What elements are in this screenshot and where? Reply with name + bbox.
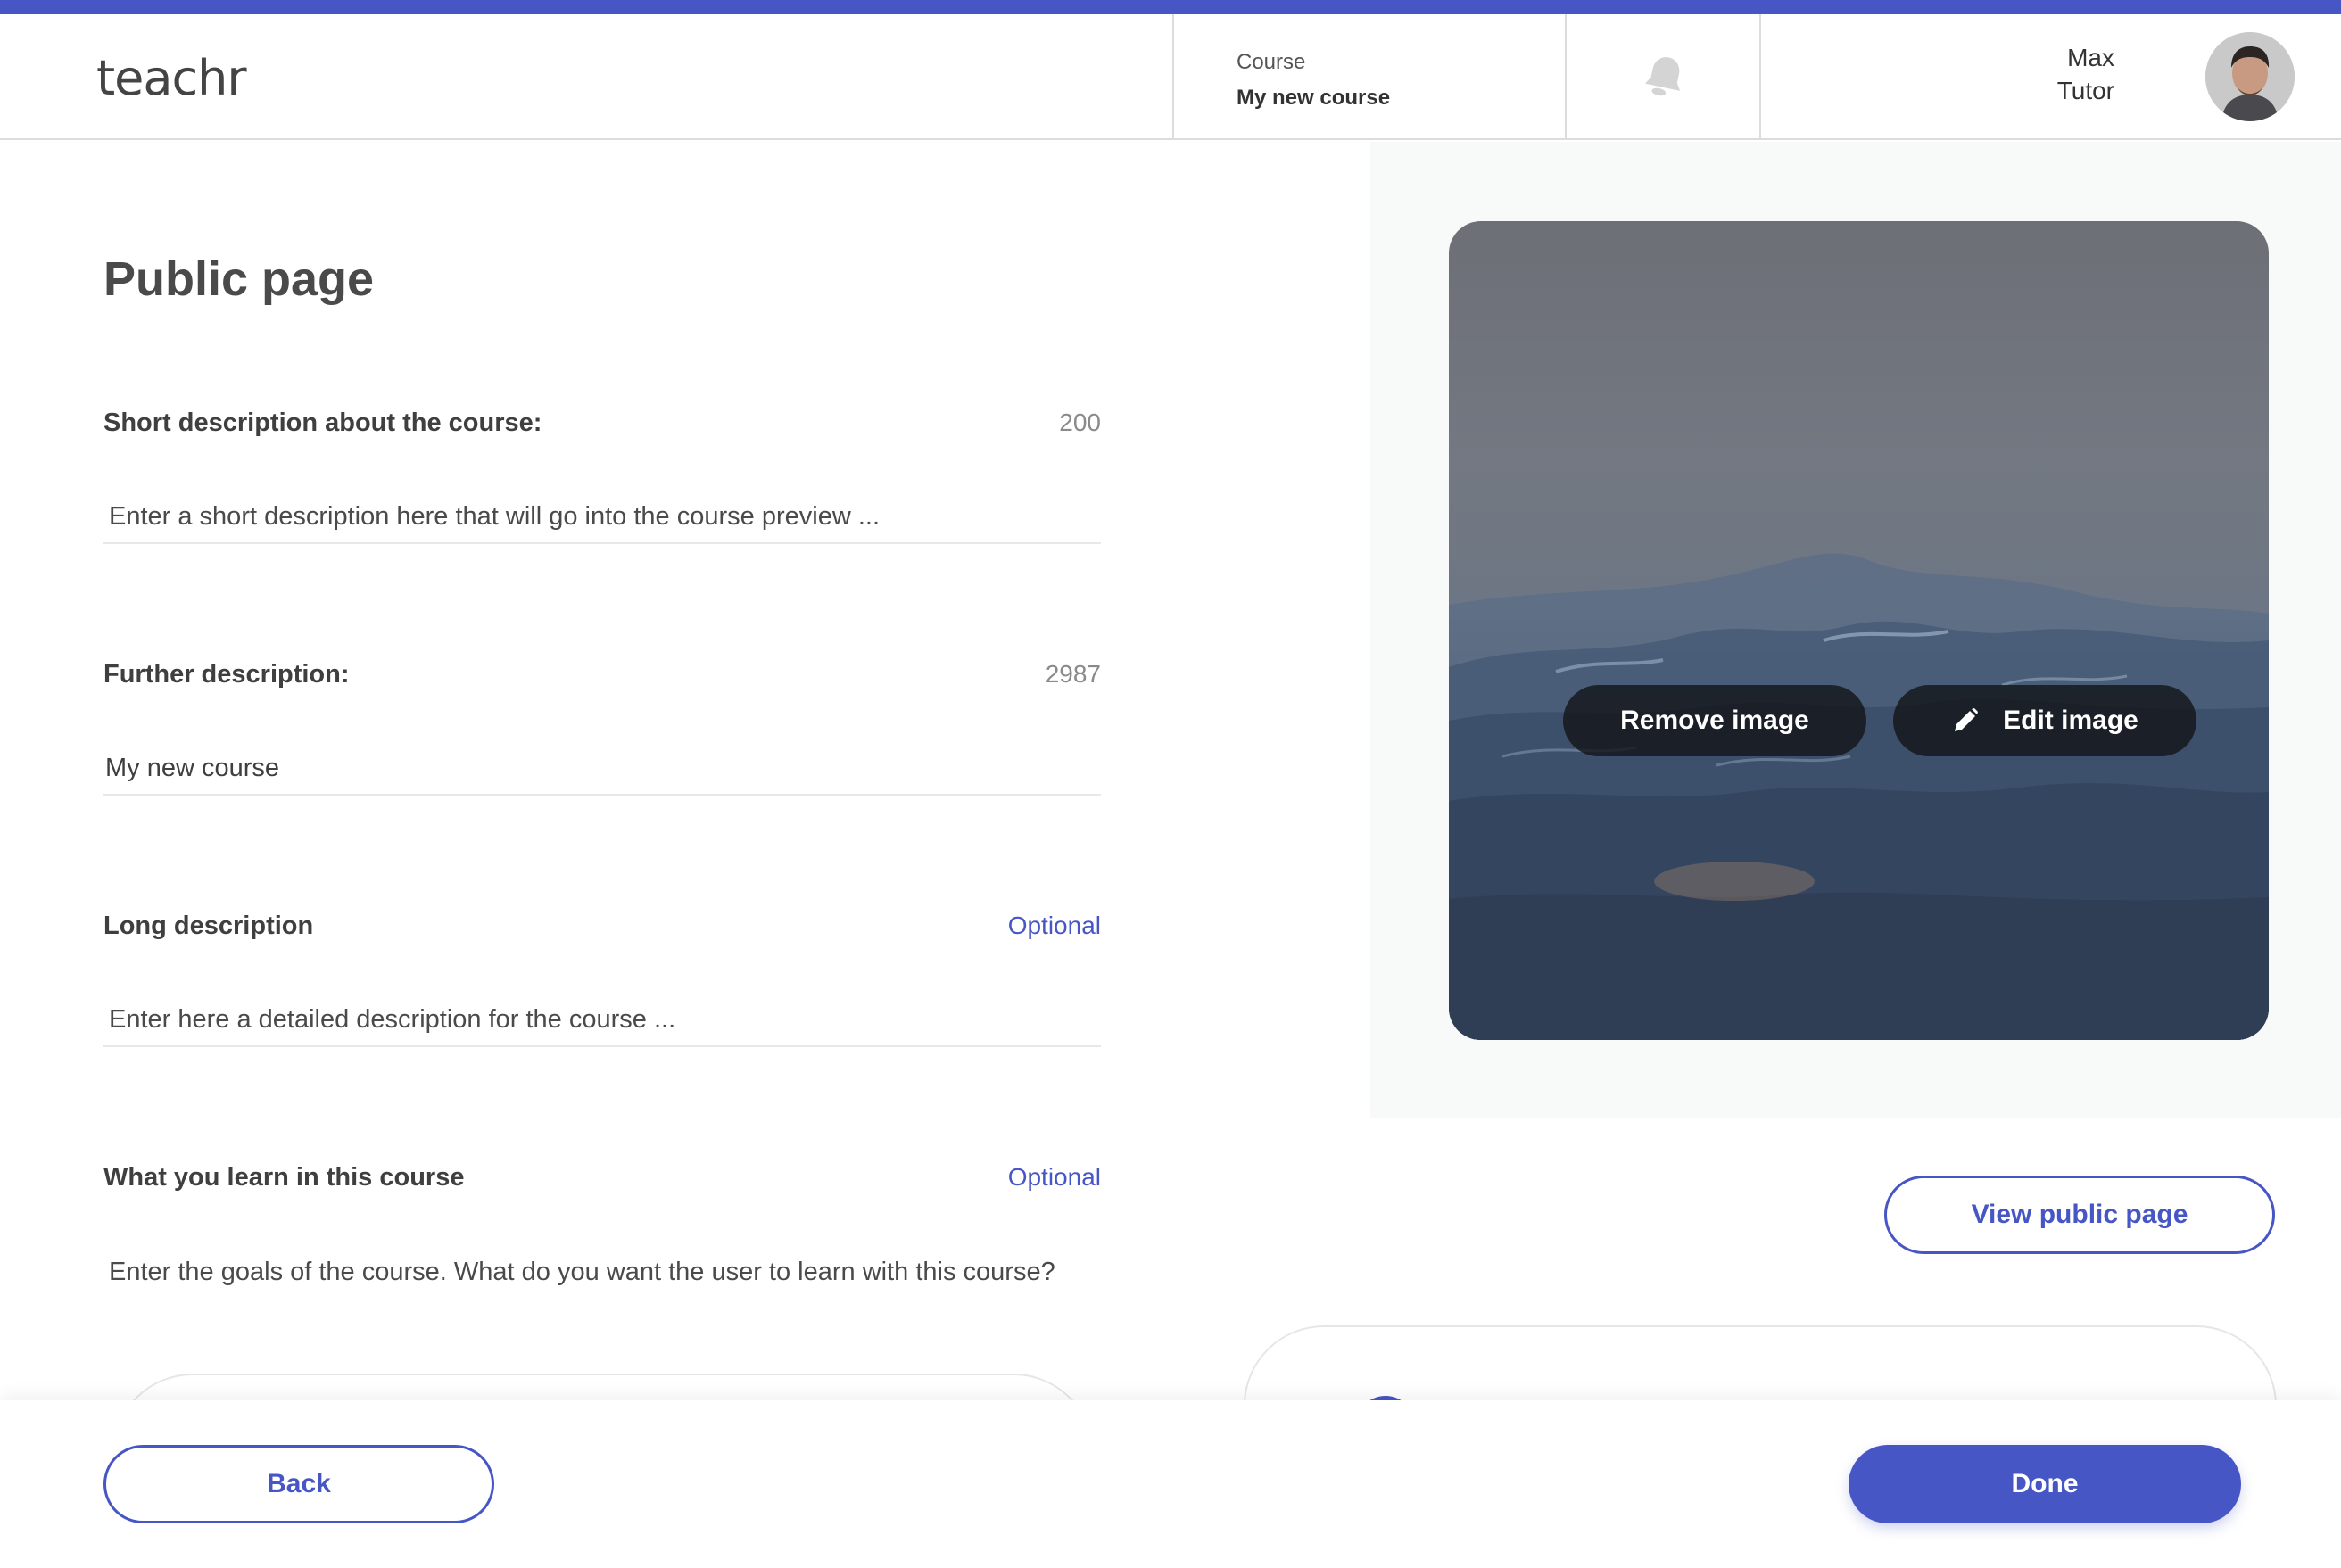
page-title: Public page: [103, 252, 375, 306]
user-name[interactable]: Max Tutor: [1989, 41, 2114, 107]
header-course-switcher[interactable]: Course My new course: [1172, 14, 1565, 138]
long-description-optional-tag: Optional: [1007, 912, 1101, 939]
app-logo[interactable]: teachr: [96, 50, 247, 106]
learn-goals-input[interactable]: [103, 1245, 1101, 1299]
long-description-input[interactable]: [103, 994, 1101, 1047]
edit-image-label: Edit image: [2003, 706, 2138, 735]
further-description-counter: 2987: [1045, 660, 1101, 688]
pencil-icon: [1951, 706, 1980, 735]
learn-goals-optional-tag: Optional: [1007, 1163, 1101, 1191]
bell-icon: [1644, 57, 1681, 96]
footer-action-bar: Back Done: [0, 1400, 2341, 1568]
remove-image-button[interactable]: Remove image: [1563, 685, 1866, 756]
short-description-input[interactable]: [103, 491, 1101, 544]
user-last-name: Tutor: [2056, 77, 2114, 104]
short-description-counter: 200: [1059, 409, 1101, 436]
further-description-label: Further description:: [103, 660, 350, 689]
header-course-name: My new course: [1237, 86, 1391, 110]
edit-image-button[interactable]: Edit image: [1893, 685, 2196, 756]
learn-goals-label: What you learn in this course: [103, 1163, 465, 1192]
back-button[interactable]: Back: [103, 1445, 494, 1523]
long-description-label: Long description: [103, 912, 314, 940]
user-first-name: Max: [2067, 44, 2114, 71]
further-description-input[interactable]: [103, 742, 1101, 796]
view-public-page-button[interactable]: View public page: [1884, 1176, 2275, 1254]
done-button[interactable]: Done: [1849, 1445, 2241, 1523]
notifications-button[interactable]: [1565, 14, 1761, 138]
top-accent-bar: [0, 0, 2341, 14]
short-description-label: Short description about the course:: [103, 409, 542, 437]
app-header: teachr Course My new course Max Tutor: [0, 14, 2341, 140]
header-course-label: Course: [1237, 50, 1306, 74]
course-cover-image: [1449, 221, 2269, 1040]
avatar[interactable]: [2205, 32, 2295, 121]
